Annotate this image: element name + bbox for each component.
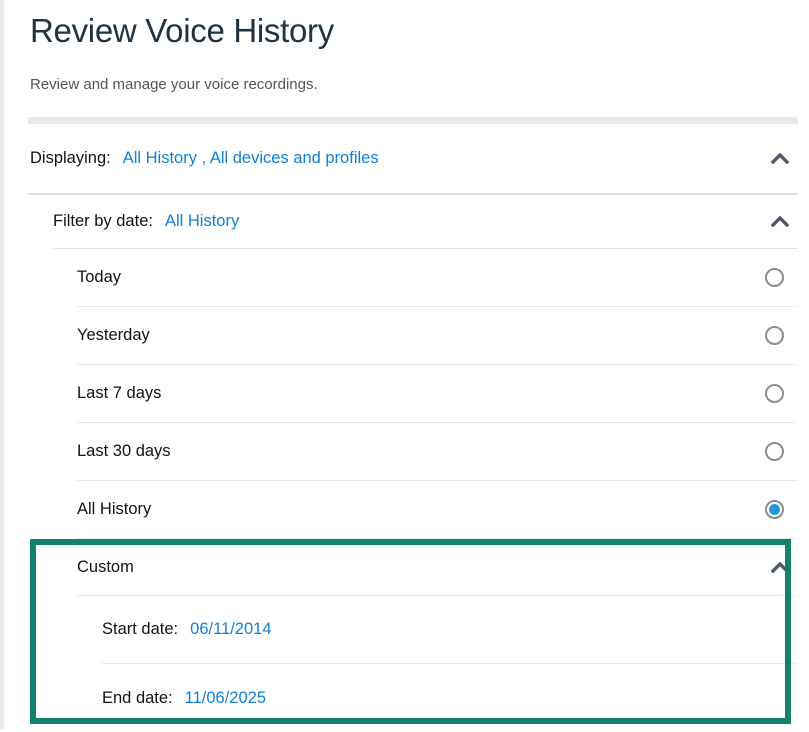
filter-by-date-section: Filter by date: All History Today Yester… [53, 195, 798, 732]
displaying-collapse-button[interactable] [769, 151, 791, 166]
end-date-value[interactable]: 11/06/2025 [185, 689, 266, 708]
end-date-row: End date: 11/06/2025 [102, 664, 798, 732]
radio-button-icon[interactable] [765, 268, 784, 287]
displaying-label: Displaying: [30, 149, 111, 168]
radio-button-icon[interactable] [765, 326, 784, 345]
radio-button-icon[interactable] [765, 384, 784, 403]
date-filter-options: Today Yesterday Last 7 days Last 30 days [77, 249, 798, 732]
displaying-value-link[interactable]: All History , All devices and profiles [123, 149, 379, 168]
chevron-up-icon [771, 216, 789, 227]
option-today[interactable]: Today [77, 249, 798, 307]
custom-label: Custom [77, 558, 134, 577]
page-title: Review Voice History [30, 12, 798, 50]
option-last-30-days[interactable]: Last 30 days [77, 423, 798, 481]
chevron-up-icon [771, 562, 789, 573]
start-date-label: Start date: [102, 620, 178, 639]
custom-date-range-fields: Start date: 06/11/2014 End date: 11/06/2… [102, 596, 798, 732]
filter-by-date-header[interactable]: Filter by date: All History [53, 195, 798, 248]
option-label: Today [77, 268, 121, 287]
option-all-history[interactable]: All History [77, 481, 798, 539]
option-yesterday[interactable]: Yesterday [77, 307, 798, 365]
option-label: All History [77, 500, 151, 519]
header-divider [28, 117, 798, 124]
option-label: Last 7 days [77, 384, 161, 403]
voice-history-panel: Review Voice History Review and manage y… [30, 0, 798, 732]
start-date-value[interactable]: 06/11/2014 [190, 620, 271, 639]
end-date-label: End date: [102, 689, 173, 708]
page-subtitle: Review and manage your voice recordings. [30, 76, 798, 93]
displaying-header[interactable]: Displaying: All History , All devices an… [30, 124, 798, 193]
chevron-up-icon [771, 153, 789, 164]
radio-button-icon[interactable] [765, 442, 784, 461]
filter-by-date-value-link[interactable]: All History [165, 212, 239, 231]
radio-button-icon[interactable] [765, 500, 784, 519]
option-label: Yesterday [77, 326, 150, 345]
page-edge-strip [0, 0, 4, 729]
filter-by-date-label: Filter by date: [53, 212, 153, 231]
start-date-row: Start date: 06/11/2014 [102, 596, 798, 664]
custom-collapse-button[interactable] [769, 560, 791, 575]
option-label: Last 30 days [77, 442, 171, 461]
filter-collapse-button[interactable] [769, 214, 791, 229]
option-last-7-days[interactable]: Last 7 days [77, 365, 798, 423]
custom-date-range-header[interactable]: Custom [77, 539, 798, 596]
